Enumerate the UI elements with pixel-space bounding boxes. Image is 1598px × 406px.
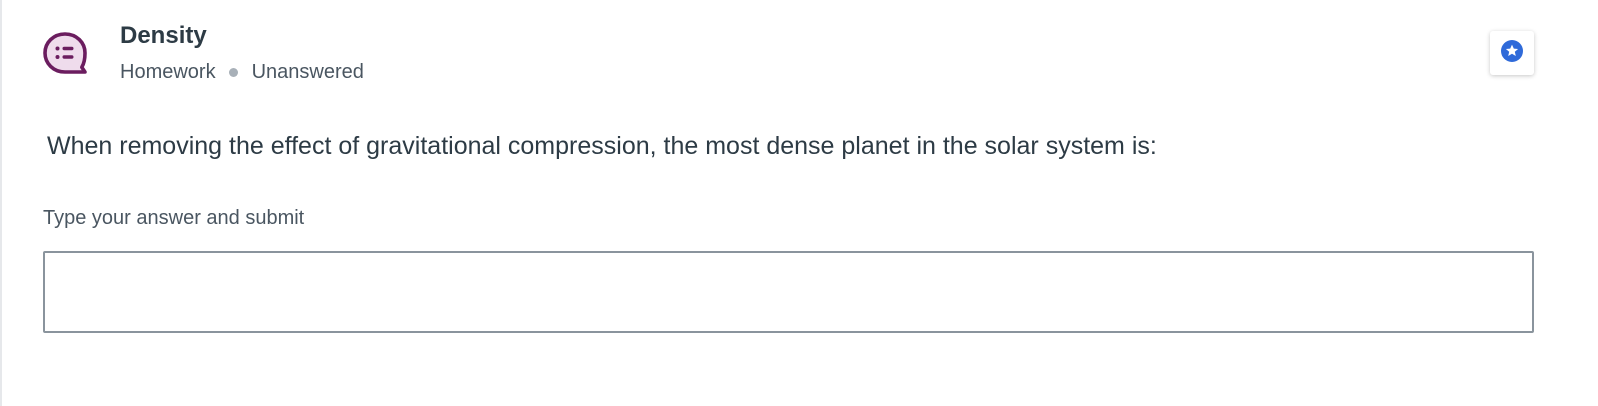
question-category: Homework	[120, 61, 216, 83]
question-prompt: When removing the effect of gravitationa…	[47, 132, 1157, 160]
favorite-button[interactable]	[1490, 31, 1534, 75]
speech-bubble-list-icon	[42, 30, 92, 78]
question-card: Density Homework Unanswered When removin…	[0, 0, 1598, 406]
question-title: Density	[120, 22, 207, 49]
question-status: Unanswered	[251, 61, 364, 83]
star-icon	[1500, 39, 1524, 68]
answer-label: Type your answer and submit	[43, 207, 305, 229]
answer-input[interactable]	[43, 251, 1534, 333]
separator-dot	[228, 67, 238, 77]
question-meta: Homework Unanswered	[120, 58, 364, 86]
